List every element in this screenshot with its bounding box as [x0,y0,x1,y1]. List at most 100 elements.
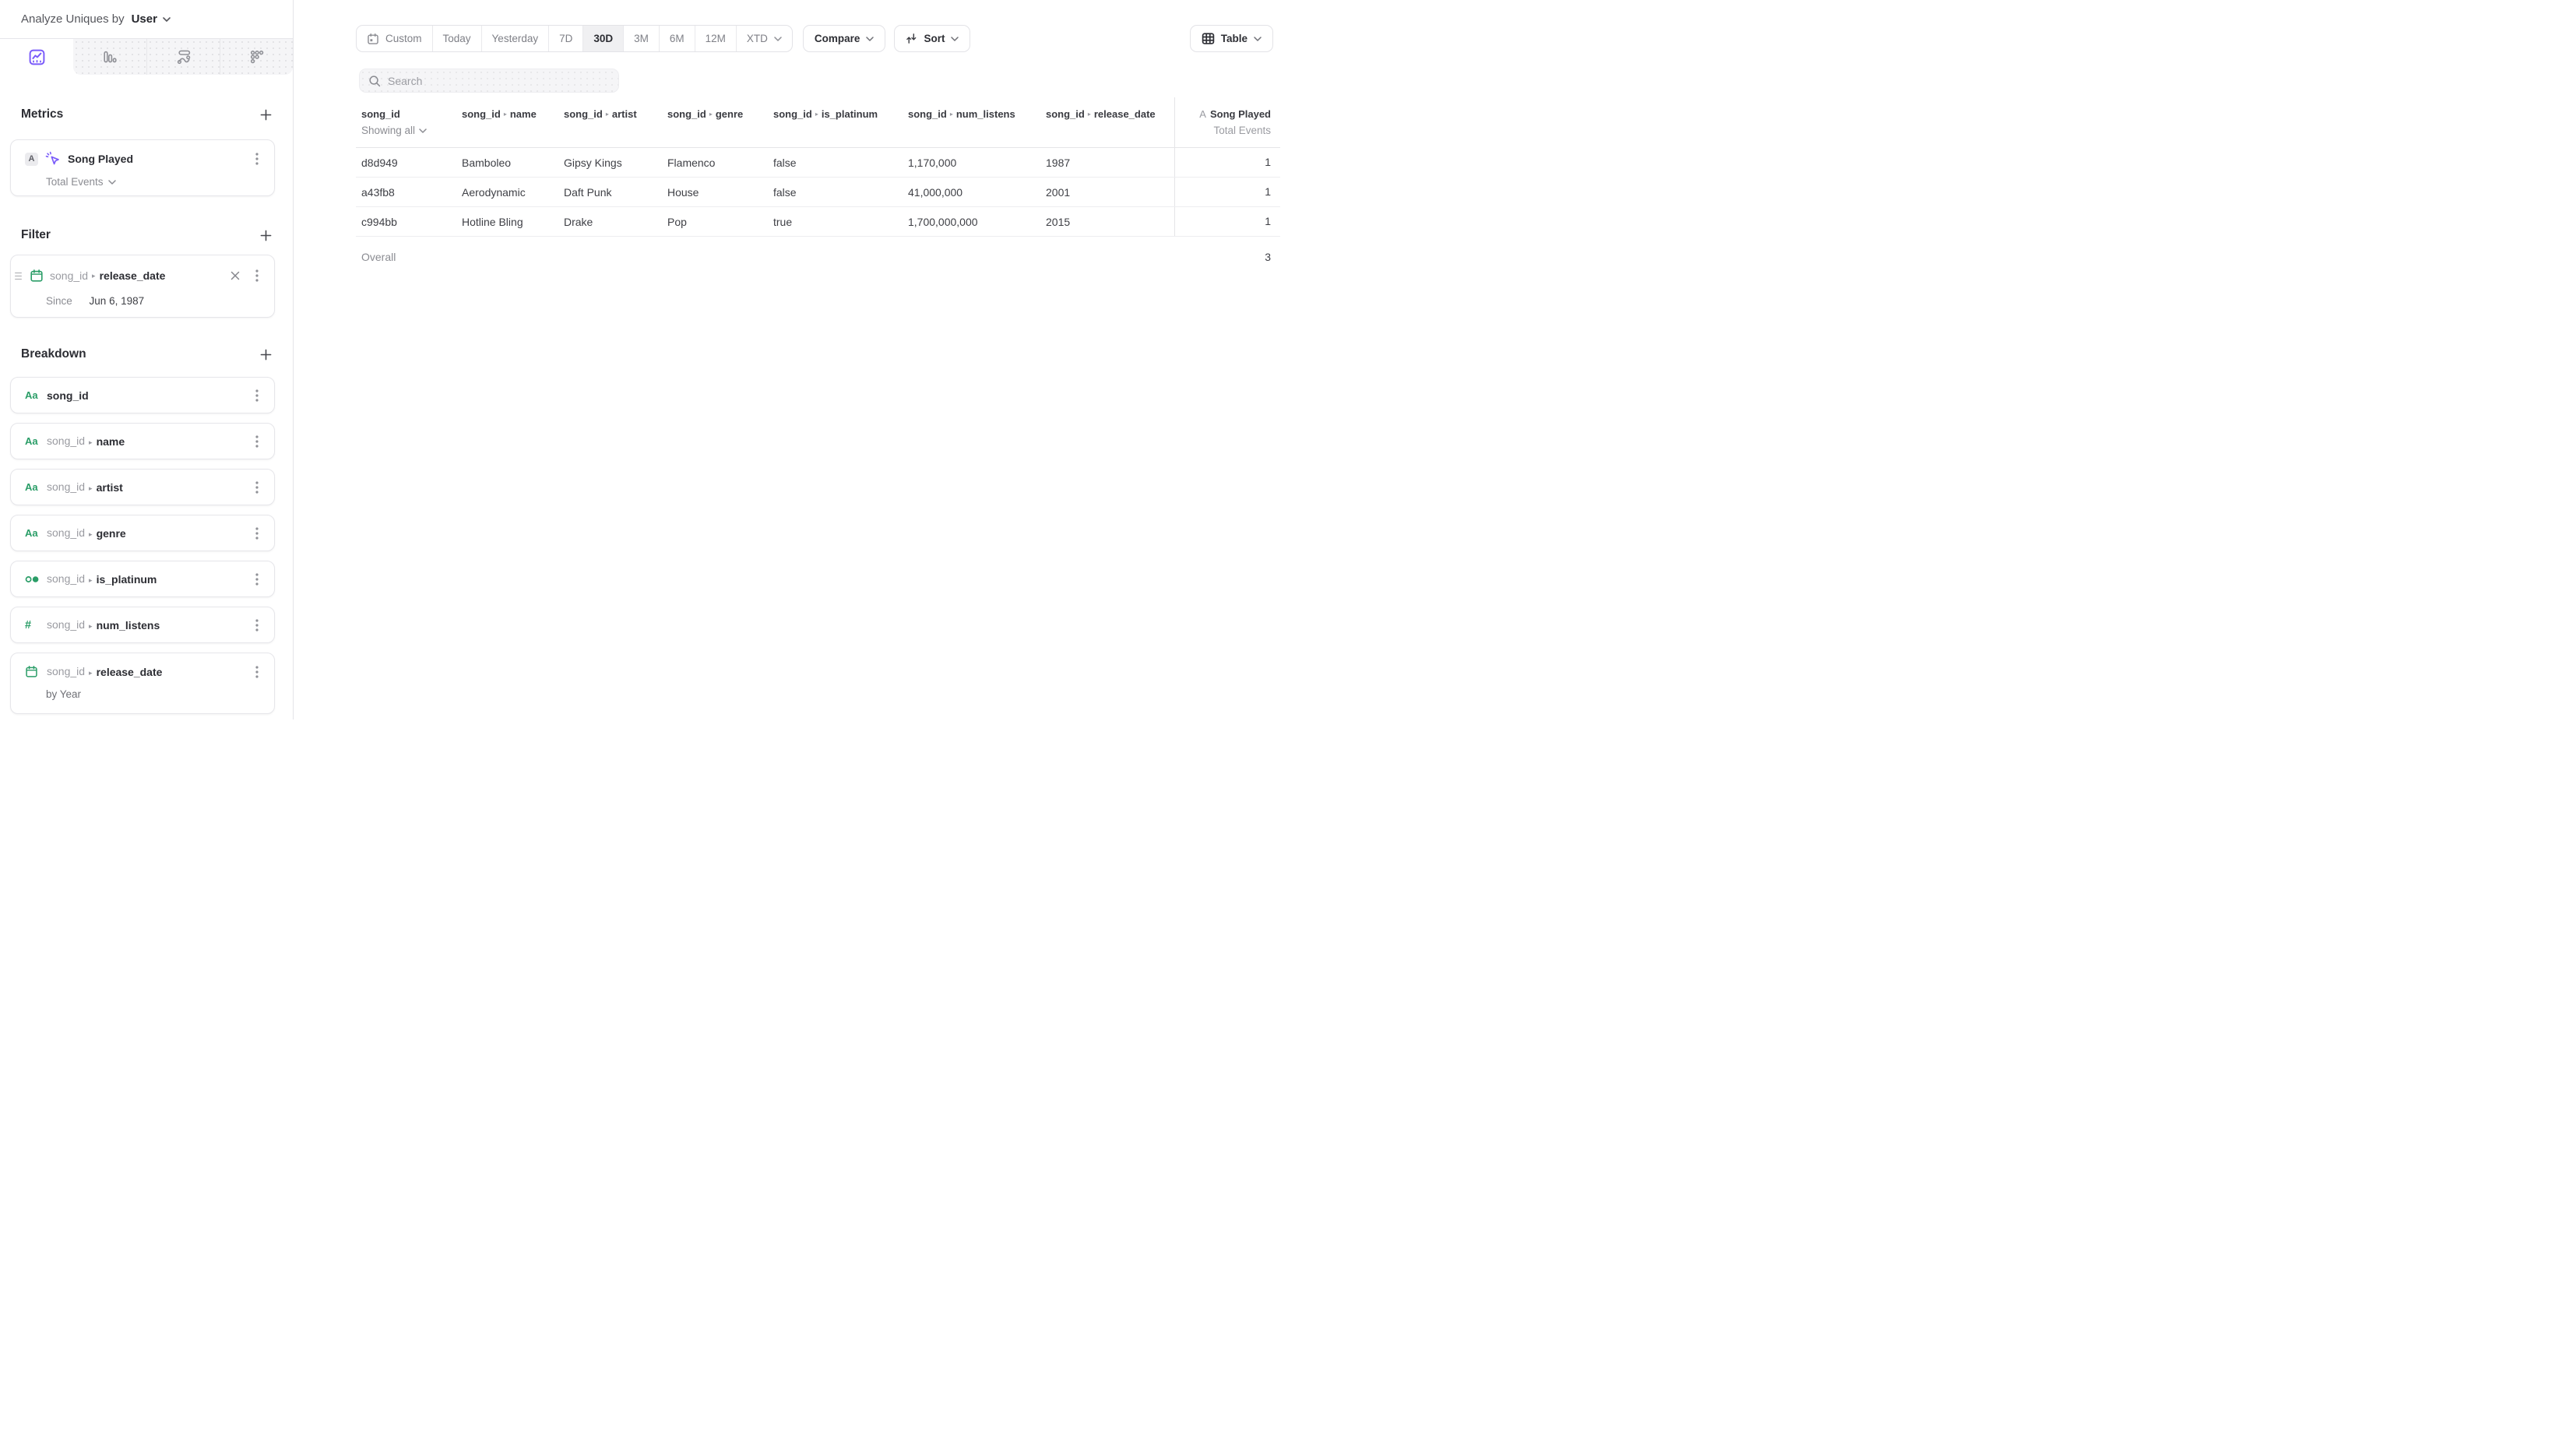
breakdown-kebab-menu[interactable] [254,617,260,633]
range-7d[interactable]: 7D [549,26,583,51]
drag-handle-icon[interactable] [15,272,22,280]
column-header-release-date[interactable]: song_id▸release_date [1046,97,1174,147]
column-label: name [510,108,537,120]
cell-genre: Pop [667,216,773,228]
breakdown-card-artist[interactable]: Aa song_id▸ artist [10,469,275,505]
compare-button[interactable]: Compare [803,25,886,52]
range-xtd[interactable]: XTD [737,26,792,51]
breakdown-card-num-listens[interactable]: # song_id▸ num_listens [10,607,275,643]
range-label: 6M [670,33,684,44]
showing-all-filter[interactable]: Showing all [361,125,462,136]
table-row[interactable]: a43fb8 Aerodynamic Daft Punk House false… [356,178,1280,207]
metric-label: Song Played [1210,108,1271,120]
breakdown-kebab-menu[interactable] [254,526,260,541]
column-header-num-listens[interactable]: song_id▸num_listens [908,97,1046,147]
breakdown-kebab-menu[interactable] [254,388,260,403]
aggregation-label: Total Events [46,176,104,188]
range-today[interactable]: Today [433,26,482,51]
search-icon [368,75,381,87]
breakdown-card-genre[interactable]: Aa song_id▸ genre [10,515,275,551]
column-header-metric[interactable]: A Song Played Total Events [1174,97,1280,147]
tab-flows[interactable] [146,39,220,75]
metric-aggregation-select[interactable]: Total Events [46,176,260,188]
breakdown-card-is-platinum[interactable]: song_id▸ is_platinum [10,561,275,597]
caret-icon: ▸ [92,272,96,280]
tab-funnels[interactable] [73,39,146,75]
tab-insights[interactable] [0,39,73,75]
breakdown-card-name[interactable]: Aa song_id▸ name [10,423,275,459]
caret-icon: ▸ [89,622,93,630]
range-12m[interactable]: 12M [695,26,737,51]
table-row[interactable]: c994bb Hotline Bling Drake Pop true 1,70… [356,207,1280,237]
compare-label: Compare [815,33,860,44]
caret-icon: ▸ [1088,111,1091,118]
cell-name: Bamboleo [462,157,564,169]
range-3m[interactable]: 3M [624,26,660,51]
event-click-icon [45,151,61,167]
property-path: song_id [47,618,85,631]
breakdown-kebab-menu[interactable] [254,480,260,495]
column-header-song-id[interactable]: song_id Showing all [356,97,462,147]
overall-metric-value: 3 [1174,251,1280,263]
caret-icon: ▸ [89,530,93,538]
range-label: Yesterday [492,33,539,44]
filter-operator[interactable]: Since [46,295,72,307]
report-main-area: Custom Today Yesterday 7D 30D 3M 6M 12M … [294,0,1288,720]
metric-letter: A [1199,108,1206,120]
cell-metric-value: 1 [1174,207,1280,236]
chevron-down-icon[interactable] [163,17,171,22]
filter-value[interactable]: Jun 6, 1987 [90,295,145,307]
metric-kebab-menu[interactable] [254,151,260,167]
dot-grid-icon [249,49,265,65]
search-input[interactable] [388,75,610,87]
caret-icon: ▸ [815,111,818,118]
filter-card[interactable]: song_id ▸ release_date Since Jun 6, 1987 [10,255,275,318]
range-30d[interactable]: 30D [583,26,624,51]
results-table: song_id Showing all song_id▸name song_id… [356,97,1280,277]
metric-card[interactable]: A Song Played Total Events [10,139,275,196]
column-header-is-platinum[interactable]: song_id▸is_platinum [773,97,908,147]
add-breakdown-button[interactable] [257,346,274,363]
column-header-name[interactable]: song_id▸name [462,97,564,147]
range-custom[interactable]: Custom [357,26,433,51]
analysis-entity-select[interactable]: User [132,12,157,26]
column-label: is_platinum [822,108,878,120]
filter-property-name[interactable]: release_date [100,269,166,282]
breakdown-kebab-menu[interactable] [254,664,260,680]
text-type-icon: Aa [25,527,42,539]
metric-aggregation: Total Events [1175,125,1271,136]
range-label: 7D [559,33,572,44]
column-path: song_id [667,108,706,120]
column-label: release_date [1094,108,1156,120]
column-header-artist[interactable]: song_id▸artist [564,97,667,147]
visualization-select-button[interactable]: Table [1190,25,1273,52]
metric-event-name[interactable]: Song Played [68,153,133,165]
add-metric-button[interactable] [257,106,274,123]
sort-arrows-icon [906,33,917,44]
range-label: Today [443,33,471,44]
table-row[interactable]: d8d949 Bamboleo Gipsy Kings Flamenco fal… [356,148,1280,178]
range-6m[interactable]: 6M [660,26,695,51]
breakdown-date-bucket[interactable]: by Year [46,688,274,700]
view-label: Table [1221,33,1248,44]
cell-metric-value: 1 [1174,148,1280,177]
column-path: song_id [908,108,947,120]
column-header-genre[interactable]: song_id▸genre [667,97,773,147]
add-filter-button[interactable] [257,227,274,244]
filter-property-path: song_id [50,269,88,282]
report-type-header: Analyze Uniques by User [0,0,293,38]
table-search[interactable] [359,69,619,93]
overall-label: Overall [356,251,462,263]
sort-button[interactable]: Sort [894,25,970,52]
remove-filter-icon[interactable] [231,271,240,280]
property-path: song_id [47,526,85,539]
breakdown-card-release-date[interactable]: song_id▸ release_date by Year [10,653,275,714]
cell-num-listens: 41,000,000 [908,186,1046,199]
breakdown-card-song-id[interactable]: Aa ▸ song_id [10,377,275,413]
filter-kebab-menu[interactable] [254,268,260,283]
breakdown-kebab-menu[interactable] [254,572,260,587]
breakdown-kebab-menu[interactable] [254,434,260,449]
tab-retention[interactable] [220,39,293,75]
range-yesterday[interactable]: Yesterday [482,26,550,51]
cell-release-date: 2015 [1046,216,1174,228]
